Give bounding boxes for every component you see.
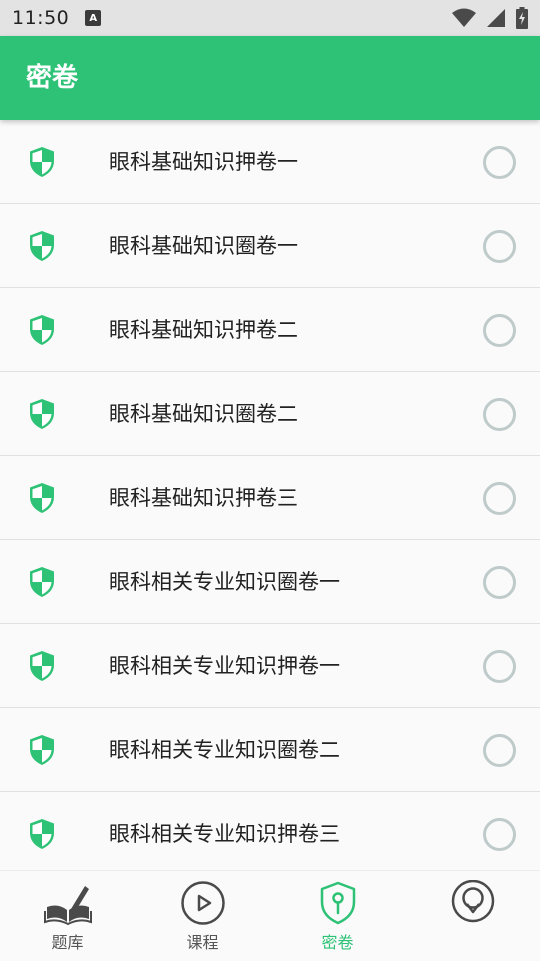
shield-icon — [30, 231, 54, 261]
list-item[interactable]: 眼科基础知识圈卷二 — [0, 372, 540, 456]
signal-icon — [487, 9, 505, 27]
list-item[interactable]: 眼科基础知识圈卷一 — [0, 204, 540, 288]
radio-button[interactable] — [483, 146, 516, 179]
shield-icon — [30, 819, 54, 849]
list-item-label: 眼科相关专业知识押卷三 — [109, 822, 340, 846]
nav-tab-courses[interactable]: 课程 — [135, 871, 270, 961]
nav-label: 密卷 — [321, 933, 354, 952]
nav-icon-wrap — [448, 879, 498, 927]
shield-icon — [30, 483, 54, 513]
radio-button[interactable] — [483, 314, 516, 347]
radio-button[interactable] — [483, 482, 516, 515]
shield-icon — [30, 651, 54, 681]
radio-button[interactable] — [483, 818, 516, 851]
radio-button[interactable] — [483, 566, 516, 599]
list-item[interactable]: 眼科相关专业知识押卷三 — [0, 792, 540, 870]
keyhole-shield-icon — [320, 881, 355, 925]
app-bar: 密卷 — [0, 36, 540, 120]
nav-icon-wrap — [178, 879, 228, 927]
list-item-label: 眼科相关专业知识圈卷二 — [109, 738, 340, 762]
battery-icon — [516, 7, 528, 29]
nav-label: 课程 — [186, 933, 219, 952]
status-time: 11:50 — [12, 7, 70, 29]
nav-label: 题库 — [51, 933, 84, 952]
list-item-label: 眼科基础知识押卷二 — [109, 318, 298, 342]
list-item[interactable]: 眼科基础知识押卷二 — [0, 288, 540, 372]
nav-tab-profile[interactable] — [405, 871, 540, 961]
exam-list[interactable]: 眼科基础知识押卷一 眼科基础知识圈卷一 眼科基础知识押卷二 眼科基础知识圈卷二 — [0, 120, 540, 870]
list-item-label: 眼科基础知识圈卷一 — [109, 234, 298, 258]
wifi-icon — [452, 8, 476, 27]
radio-button[interactable] — [483, 230, 516, 263]
list-item-label: 眼科基础知识圈卷二 — [109, 402, 298, 426]
shield-icon — [30, 315, 54, 345]
list-item-label: 眼科基础知识押卷一 — [109, 150, 298, 174]
notification-icon: A — [85, 10, 102, 26]
status-left: 11:50 A — [12, 7, 102, 29]
bottom-nav: 题库 课程 密卷 — [0, 870, 540, 961]
radio-button[interactable] — [483, 398, 516, 431]
page-title: 密卷 — [26, 63, 79, 93]
list-item[interactable]: 眼科相关专业知识圈卷二 — [0, 708, 540, 792]
list-item[interactable]: 眼科相关专业知识圈卷一 — [0, 540, 540, 624]
radio-button[interactable] — [483, 734, 516, 767]
status-right — [452, 7, 528, 29]
status-bar: 11:50 A — [0, 0, 540, 36]
list-item[interactable]: 眼科基础知识押卷三 — [0, 456, 540, 540]
list-item-label: 眼科基础知识押卷三 — [109, 486, 298, 510]
list-item-label: 眼科相关专业知识圈卷一 — [109, 570, 340, 594]
nav-tab-secret-papers[interactable]: 密卷 — [270, 871, 405, 961]
shield-icon — [30, 147, 54, 177]
nav-icon-wrap — [313, 879, 363, 927]
radio-button[interactable] — [483, 650, 516, 683]
nav-icon-wrap — [43, 879, 93, 927]
shield-icon — [30, 567, 54, 597]
shield-icon — [30, 735, 54, 765]
list-item[interactable]: 眼科基础知识押卷一 — [0, 120, 540, 204]
profile-circle-icon — [451, 880, 494, 923]
list-item-label: 眼科相关专业知识押卷一 — [109, 654, 340, 678]
play-circle-icon — [180, 881, 225, 925]
book-pen-icon — [43, 886, 92, 926]
shield-icon — [30, 399, 54, 429]
list-item[interactable]: 眼科相关专业知识押卷一 — [0, 624, 540, 708]
nav-tab-question-bank[interactable]: 题库 — [0, 871, 135, 961]
